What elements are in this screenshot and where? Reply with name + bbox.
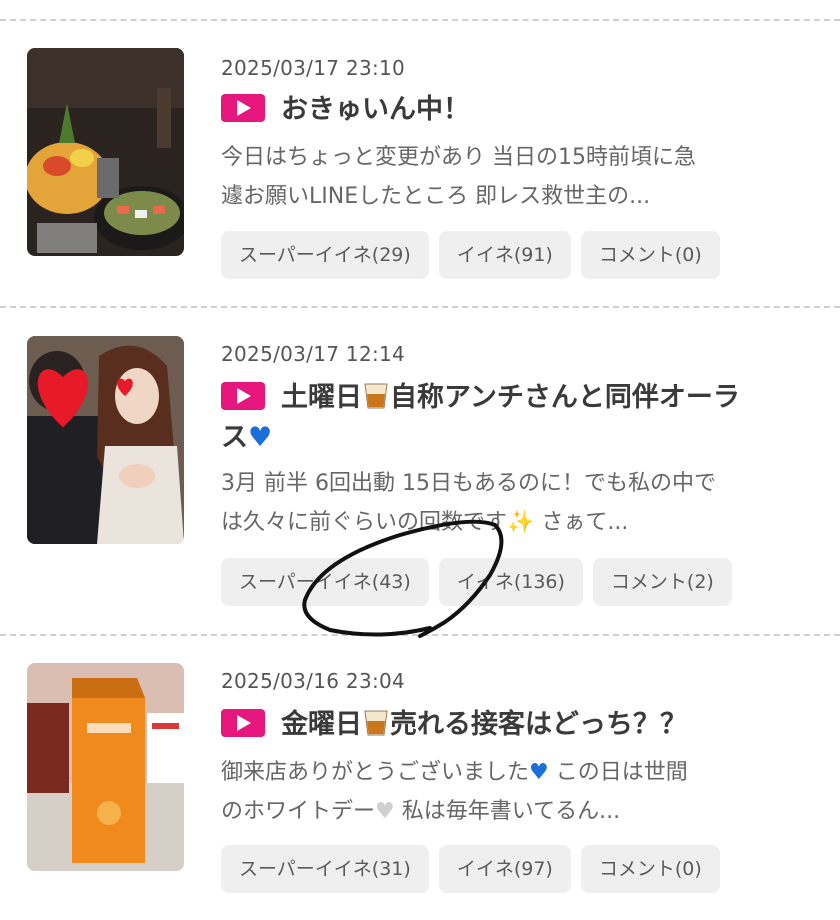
post-title-text: ス — [221, 422, 248, 453]
blog-post[interactable]: 2025/03/17 23:10 おきゅいん中！ 今日はちょっと変更があり 当日… — [0, 48, 840, 288]
whiskey-glass-icon — [364, 383, 388, 409]
super-like-button[interactable]: スーパーイイネ(29) — [221, 231, 429, 279]
couple-photo — [27, 336, 184, 544]
play-icon — [221, 709, 265, 737]
post-excerpt: 御来店ありがとうございました♥ この日は世間 のホワイトデー♥ 私は毎年書いてる… — [221, 753, 821, 831]
excerpt-text: のホワイトデー — [221, 799, 376, 824]
excerpt-line: 3月 前半 6回出動 15日もあるのに！でも私の中で — [221, 471, 716, 496]
post-title[interactable]: おきゅいん中！ — [221, 90, 811, 130]
comment-button[interactable]: コメント(0) — [580, 231, 720, 279]
post-title-text: おきゅいん中！ — [281, 94, 470, 125]
comment-button[interactable]: コメント(0) — [580, 845, 720, 893]
food-photo — [27, 48, 184, 256]
post-title-text: 売れる接客はどっち？？ — [390, 709, 687, 740]
excerpt-line: のホワイトデー♥ 私は毎年書いてるん... — [221, 792, 821, 831]
post-divider — [0, 306, 840, 308]
comment-button[interactable]: コメント(2) — [592, 558, 732, 606]
product-photo — [27, 663, 184, 871]
post-divider — [0, 19, 840, 21]
post-title-text: 自称アンチさんと同伴オーラ — [390, 382, 740, 413]
excerpt-line: は久々に前ぐらいの回数です✨ さぁて... — [221, 510, 629, 535]
post-title-text: 金曜日 — [281, 709, 362, 740]
like-button[interactable]: イイネ(136) — [438, 558, 583, 606]
whiskey-glass-icon — [364, 710, 388, 736]
super-like-button[interactable]: スーパーイイネ(43) — [221, 558, 429, 606]
reaction-buttons: スーパーイイネ(31) イイネ(97) コメント(0) — [221, 845, 720, 893]
blog-post[interactable]: 2025/03/17 12:14 土曜日 自称アンチさんと同伴オーラス♥ 3月 前… — [0, 336, 840, 616]
post-date: 2025/03/17 23:10 — [221, 56, 406, 80]
post-title[interactable]: 金曜日 売れる接客はどっち？？ — [221, 705, 811, 745]
super-like-button[interactable]: スーパーイイネ(31) — [221, 845, 429, 893]
post-thumbnail[interactable] — [27, 336, 184, 544]
reaction-buttons: スーパーイイネ(29) イイネ(91) コメント(0) — [221, 231, 720, 279]
white-heart-icon: ♥ — [375, 799, 395, 824]
post-thumbnail[interactable] — [27, 663, 184, 871]
post-title[interactable]: 土曜日 自称アンチさんと同伴オーラス♥ — [221, 378, 811, 458]
blue-heart-icon: ♥ — [529, 760, 549, 785]
excerpt-text: この日は世間 — [548, 760, 688, 785]
post-title-text: 土曜日 — [281, 382, 362, 413]
play-icon — [221, 94, 265, 122]
excerpt-text: 御来店ありがとうございました — [221, 760, 530, 785]
post-date: 2025/03/16 23:04 — [221, 669, 406, 693]
excerpt-line: 遽お願いLINEしたところ 即レス救世主の... — [221, 184, 651, 209]
blue-heart-icon: ♥ — [248, 422, 273, 453]
reaction-buttons: スーパーイイネ(43) イイネ(136) コメント(2) — [221, 558, 732, 606]
like-button[interactable]: イイネ(91) — [438, 231, 571, 279]
post-excerpt: 今日はちょっと変更があり 当日の15時前頃に急 遽お願いLINEしたところ 即レ… — [221, 138, 821, 216]
like-button[interactable]: イイネ(97) — [438, 845, 571, 893]
blog-post[interactable]: 2025/03/16 23:04 金曜日 売れる接客はどっち？？ 御来店ありがとう… — [0, 663, 840, 903]
post-excerpt: 3月 前半 6回出動 15日もあるのに！でも私の中で は久々に前ぐらいの回数です… — [221, 464, 821, 542]
post-date: 2025/03/17 12:14 — [221, 342, 406, 366]
post-thumbnail[interactable] — [27, 48, 184, 256]
excerpt-line: 今日はちょっと変更があり 当日の15時前頃に急 — [221, 145, 696, 170]
post-divider — [0, 634, 840, 636]
excerpt-text: 私は毎年書いてるん... — [394, 799, 621, 824]
excerpt-line: 御来店ありがとうございました♥ この日は世間 — [221, 753, 821, 792]
play-icon — [221, 382, 265, 410]
